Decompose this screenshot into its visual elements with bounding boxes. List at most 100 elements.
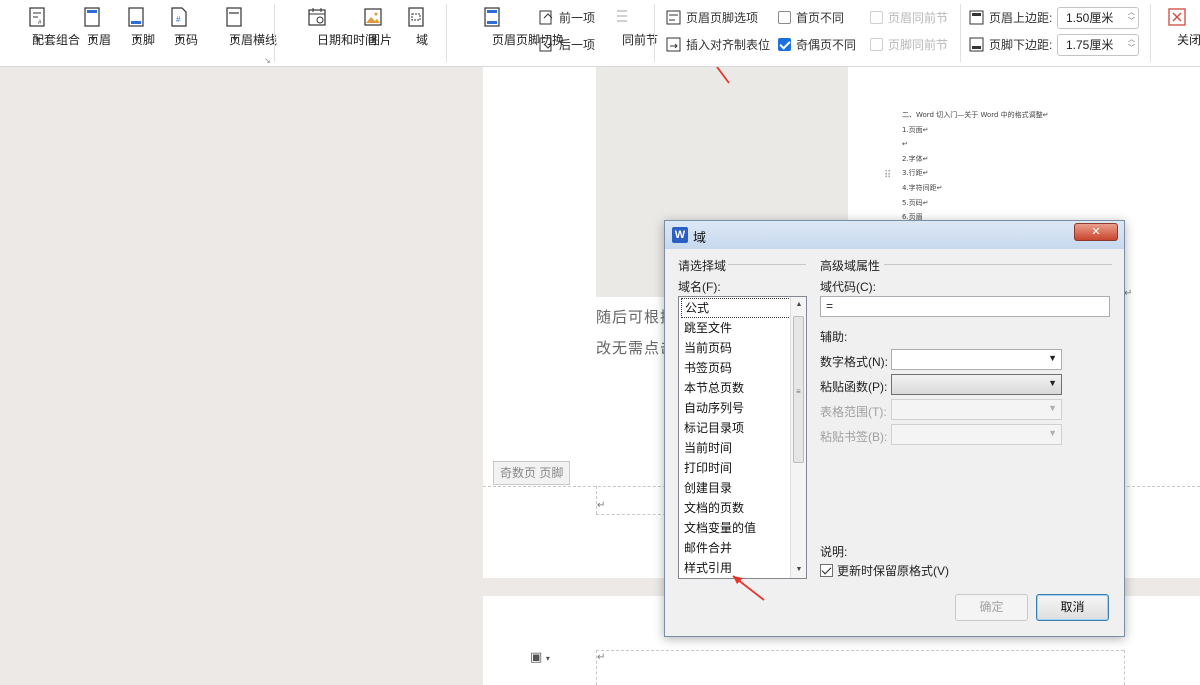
spinner-arrows-icon[interactable]: ︿ ﹀ [1128, 35, 1135, 53]
paragraph-mark-icon: ↵ [1124, 288, 1133, 299]
number-format-label: 数字格式(N): [820, 355, 888, 369]
footer-button[interactable]: 页脚 ▼ [118, 6, 155, 47]
date-time-button[interactable]: 日期和时间 [286, 6, 377, 47]
list-item[interactable]: 当前时间 [681, 438, 791, 458]
footer-same-as-previous-checkbox[interactable]: 页脚同前节 [870, 33, 948, 55]
paragraph-mark-icon: ↵ [597, 500, 606, 511]
align-tab-icon [666, 37, 681, 51]
list-item[interactable]: 标记目录项 [681, 418, 791, 438]
wps-logo-icon: W [672, 227, 688, 243]
ribbon-divider [446, 4, 447, 62]
dialog-launcher-icon[interactable]: ↘ [264, 56, 271, 65]
paragraph-mark-icon: ↵ [597, 652, 606, 663]
paste-bookmark-select[interactable]: ▼ [891, 424, 1062, 445]
thumbnail-line: 5.页码↵ [902, 198, 929, 207]
checkbox-unchecked-icon [778, 10, 791, 24]
list-item[interactable]: 文档变量的值 [681, 518, 791, 538]
dialog-close-button[interactable]: ✕ [1074, 223, 1118, 241]
list-item[interactable]: 当前页码 [681, 338, 791, 358]
select-field-group-label: 请选择域 [678, 259, 727, 273]
number-format-select[interactable]: ▼ [891, 349, 1062, 370]
picture-button[interactable]: 图片 ▼ [355, 6, 392, 47]
header-top-margin-input[interactable]: 1.50厘米 ︿ ﹀ [1057, 7, 1139, 29]
list-item[interactable]: 打印时间 [681, 458, 791, 478]
thumbnail-line: 二、Word 切入门—关于 Word 中的格式调整↵ [902, 111, 1049, 119]
header-same-as-previous-checkbox[interactable]: 页眉同前节 [870, 6, 948, 28]
thumbnail-line: 1.页面↵ [902, 125, 929, 134]
list-item[interactable]: 本节总页数 [681, 378, 791, 398]
paste-function-select[interactable]: ▼ [891, 374, 1062, 395]
dialog-title: 域 [693, 230, 707, 245]
thumbnail-line: 2.字体↵ [902, 154, 929, 163]
list-item[interactable]: 创建目录 [681, 478, 791, 498]
paste-bookmark-label: 粘贴书签(B): [820, 430, 888, 444]
list-item[interactable]: 公式 [681, 298, 791, 318]
thumbnail-line: 4.字符间距↵ [902, 183, 943, 192]
top-margin-icon [969, 10, 984, 24]
combo-icon: # [29, 7, 45, 27]
scroll-up-icon[interactable]: ▲ [791, 297, 807, 313]
thumbnail-line: ↵ [902, 140, 908, 149]
page-thumbnail-text: 二、Word 切入门—关于 Word 中的格式调整↵ 1.页面↵ ↵ 2.字体↵… [902, 108, 1049, 225]
advanced-properties-group-label: 高级域属性 [820, 259, 881, 273]
list-item[interactable]: 文档的页数 [681, 498, 791, 518]
list-item[interactable]: 跳至文件 [681, 318, 791, 338]
thumbnail-line: 3.行距↵ [902, 169, 929, 178]
checkbox-checked-icon [820, 564, 833, 577]
checkbox-checked-icon [778, 37, 791, 51]
odd-even-different-checkbox[interactable]: 奇偶页不同 [778, 33, 856, 55]
drag-handle-icon[interactable]: ⠿ [884, 170, 891, 181]
list-item[interactable]: 邮件合并 [681, 538, 791, 558]
header-footer-options-button[interactable]: 页眉页脚选项 [666, 6, 758, 28]
field-code-input[interactable]: = [820, 296, 1110, 317]
footer-bottom-margin-input[interactable]: 1.75厘米 ︿ ﹀ [1057, 34, 1139, 56]
close-header-footer-button[interactable]: 关闭 [1160, 6, 1200, 47]
grip-icon: ≡ [796, 387, 801, 396]
dropdown-arrow-icon: ▼ [1048, 403, 1057, 413]
header-line-button[interactable]: 页眉横线 ▼ [205, 6, 277, 47]
table-range-label: 表格范围(T): [820, 405, 887, 419]
field-name-list[interactable]: 公式 跳至文件 当前页码 书签页码 本节总页数 自动序列号 标记目录项 当前时间… [678, 296, 807, 579]
previous-item-button[interactable]: 前一项 [539, 6, 595, 28]
first-page-different-checkbox[interactable]: 首页不同 [778, 6, 844, 28]
link-section-icon [617, 10, 627, 22]
field-button[interactable]: 域 [404, 6, 428, 47]
switch-icon [484, 7, 500, 27]
ok-button[interactable]: 确定 [955, 594, 1028, 621]
spinner-arrows-icon[interactable]: ︿ ﹀ [1128, 8, 1135, 26]
next-item-button[interactable]: 后一项 [539, 33, 595, 55]
page-number-icon: # [171, 7, 187, 27]
cancel-button[interactable]: 取消 [1036, 594, 1109, 621]
header-footer-switch-button[interactable]: 页眉页脚切换 [456, 6, 564, 47]
red-arrow-icon [716, 67, 730, 84]
dialog-title-bar[interactable]: W 域 ✕ [665, 221, 1124, 249]
header-top-margin-label: 页眉上边距: [969, 6, 1052, 28]
group-divider [728, 264, 806, 265]
svg-text:#: # [38, 20, 42, 26]
header-button[interactable]: 页眉 ▼ [74, 6, 111, 47]
checkbox-disabled-icon [870, 10, 883, 24]
list-scrollbar[interactable]: ▲ ≡ ▼ [790, 297, 806, 578]
preserve-format-checkbox[interactable]: 更新时保留原格式(V) [820, 562, 949, 579]
next-item-icon [539, 37, 553, 51]
combo-button[interactable]: # 配套组合 ▼ [8, 6, 80, 47]
ribbon-toolbar: # 配套组合 ▼ 页眉 ▼ 页脚 ▼ # 页码 ▼ 页眉横线 ▼ ↘ 日期和时间 图片 ▼ … [0, 0, 1200, 67]
page-number-button[interactable]: # 页码 ▼ [161, 6, 198, 47]
same-as-previous-section-button[interactable]: 同前节 [604, 6, 658, 47]
list-item[interactable]: 自动序列号 [681, 398, 791, 418]
scroll-down-icon[interactable]: ▼ [791, 562, 807, 578]
options-icon [666, 10, 681, 24]
assist-label: 辅助: [820, 330, 848, 344]
insert-align-tab-button[interactable]: 插入对齐制表位 [666, 33, 770, 55]
bottom-margin-icon [969, 37, 984, 51]
close-icon [1168, 8, 1186, 26]
page-layout-icon[interactable]: ▣ ▾ [530, 649, 550, 665]
odd-page-footer-tag: 奇数页 页脚 [493, 461, 571, 485]
scrollbar-thumb[interactable]: ≡ [793, 316, 804, 463]
table-range-select[interactable]: ▼ [891, 399, 1062, 420]
dropdown-arrow-icon: ▼ [1048, 428, 1057, 438]
header-boundary [596, 650, 1124, 651]
group-divider [884, 264, 1112, 265]
list-item[interactable]: 书签页码 [681, 358, 791, 378]
svg-text:#: # [176, 15, 181, 24]
